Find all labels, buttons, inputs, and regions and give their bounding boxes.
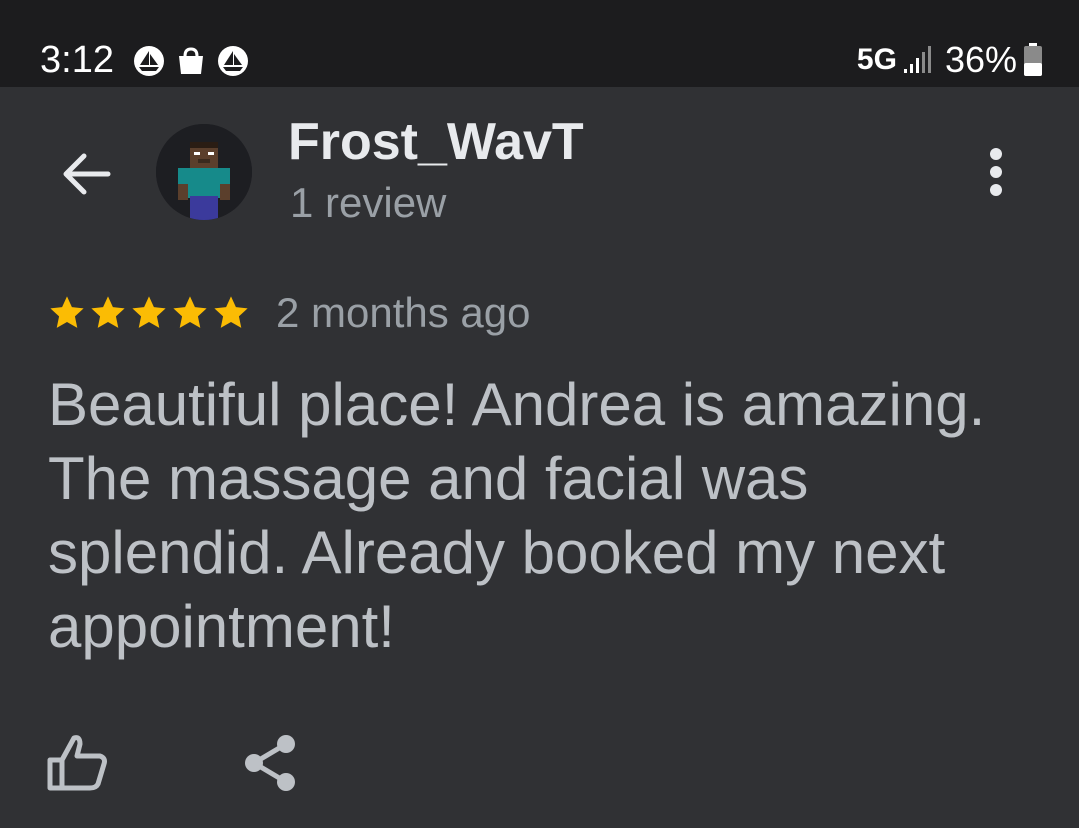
review-screen: 3:12 5G 36% Frost_WavT 1 review 2 months… (0, 0, 1079, 828)
sailing-notification-icon (218, 46, 248, 76)
more-options-button[interactable] (966, 140, 1026, 204)
back-arrow-icon (63, 153, 111, 195)
share-icon (245, 735, 295, 791)
share-button[interactable] (240, 732, 302, 794)
star-icon (91, 296, 125, 328)
back-button[interactable] (54, 142, 118, 206)
review-date: 2 months ago (276, 289, 531, 336)
status-time: 3:12 (40, 39, 114, 81)
star-icon (173, 296, 207, 328)
more-vert-icon (990, 148, 1002, 196)
star-icon (214, 296, 248, 328)
like-button[interactable] (46, 732, 110, 794)
star-icon (132, 296, 166, 328)
status-bar: 3:12 5G 36% (0, 0, 1079, 87)
thumb-up-icon (47, 735, 107, 791)
battery-percent: 36% (944, 39, 1017, 80)
rating-row: 2 months ago (48, 288, 531, 338)
reviewer-review-count: 1 review (290, 179, 447, 226)
review-text: Beautiful place! Andrea is amazing. The … (48, 371, 986, 660)
battery-icon (1024, 43, 1042, 76)
shopping-bag-icon (179, 47, 203, 74)
sailing-notification-icon (134, 46, 164, 76)
star-rating (48, 294, 250, 332)
avatar[interactable] (156, 124, 252, 220)
signal-icon (903, 46, 931, 73)
network-type: 5G (856, 43, 897, 76)
status-right: 5G 36% (857, 38, 1043, 82)
reviewer-name[interactable]: Frost_WavT (288, 112, 584, 172)
avatar-image (156, 124, 252, 220)
star-icon (50, 296, 84, 328)
notification-icons (133, 44, 249, 78)
